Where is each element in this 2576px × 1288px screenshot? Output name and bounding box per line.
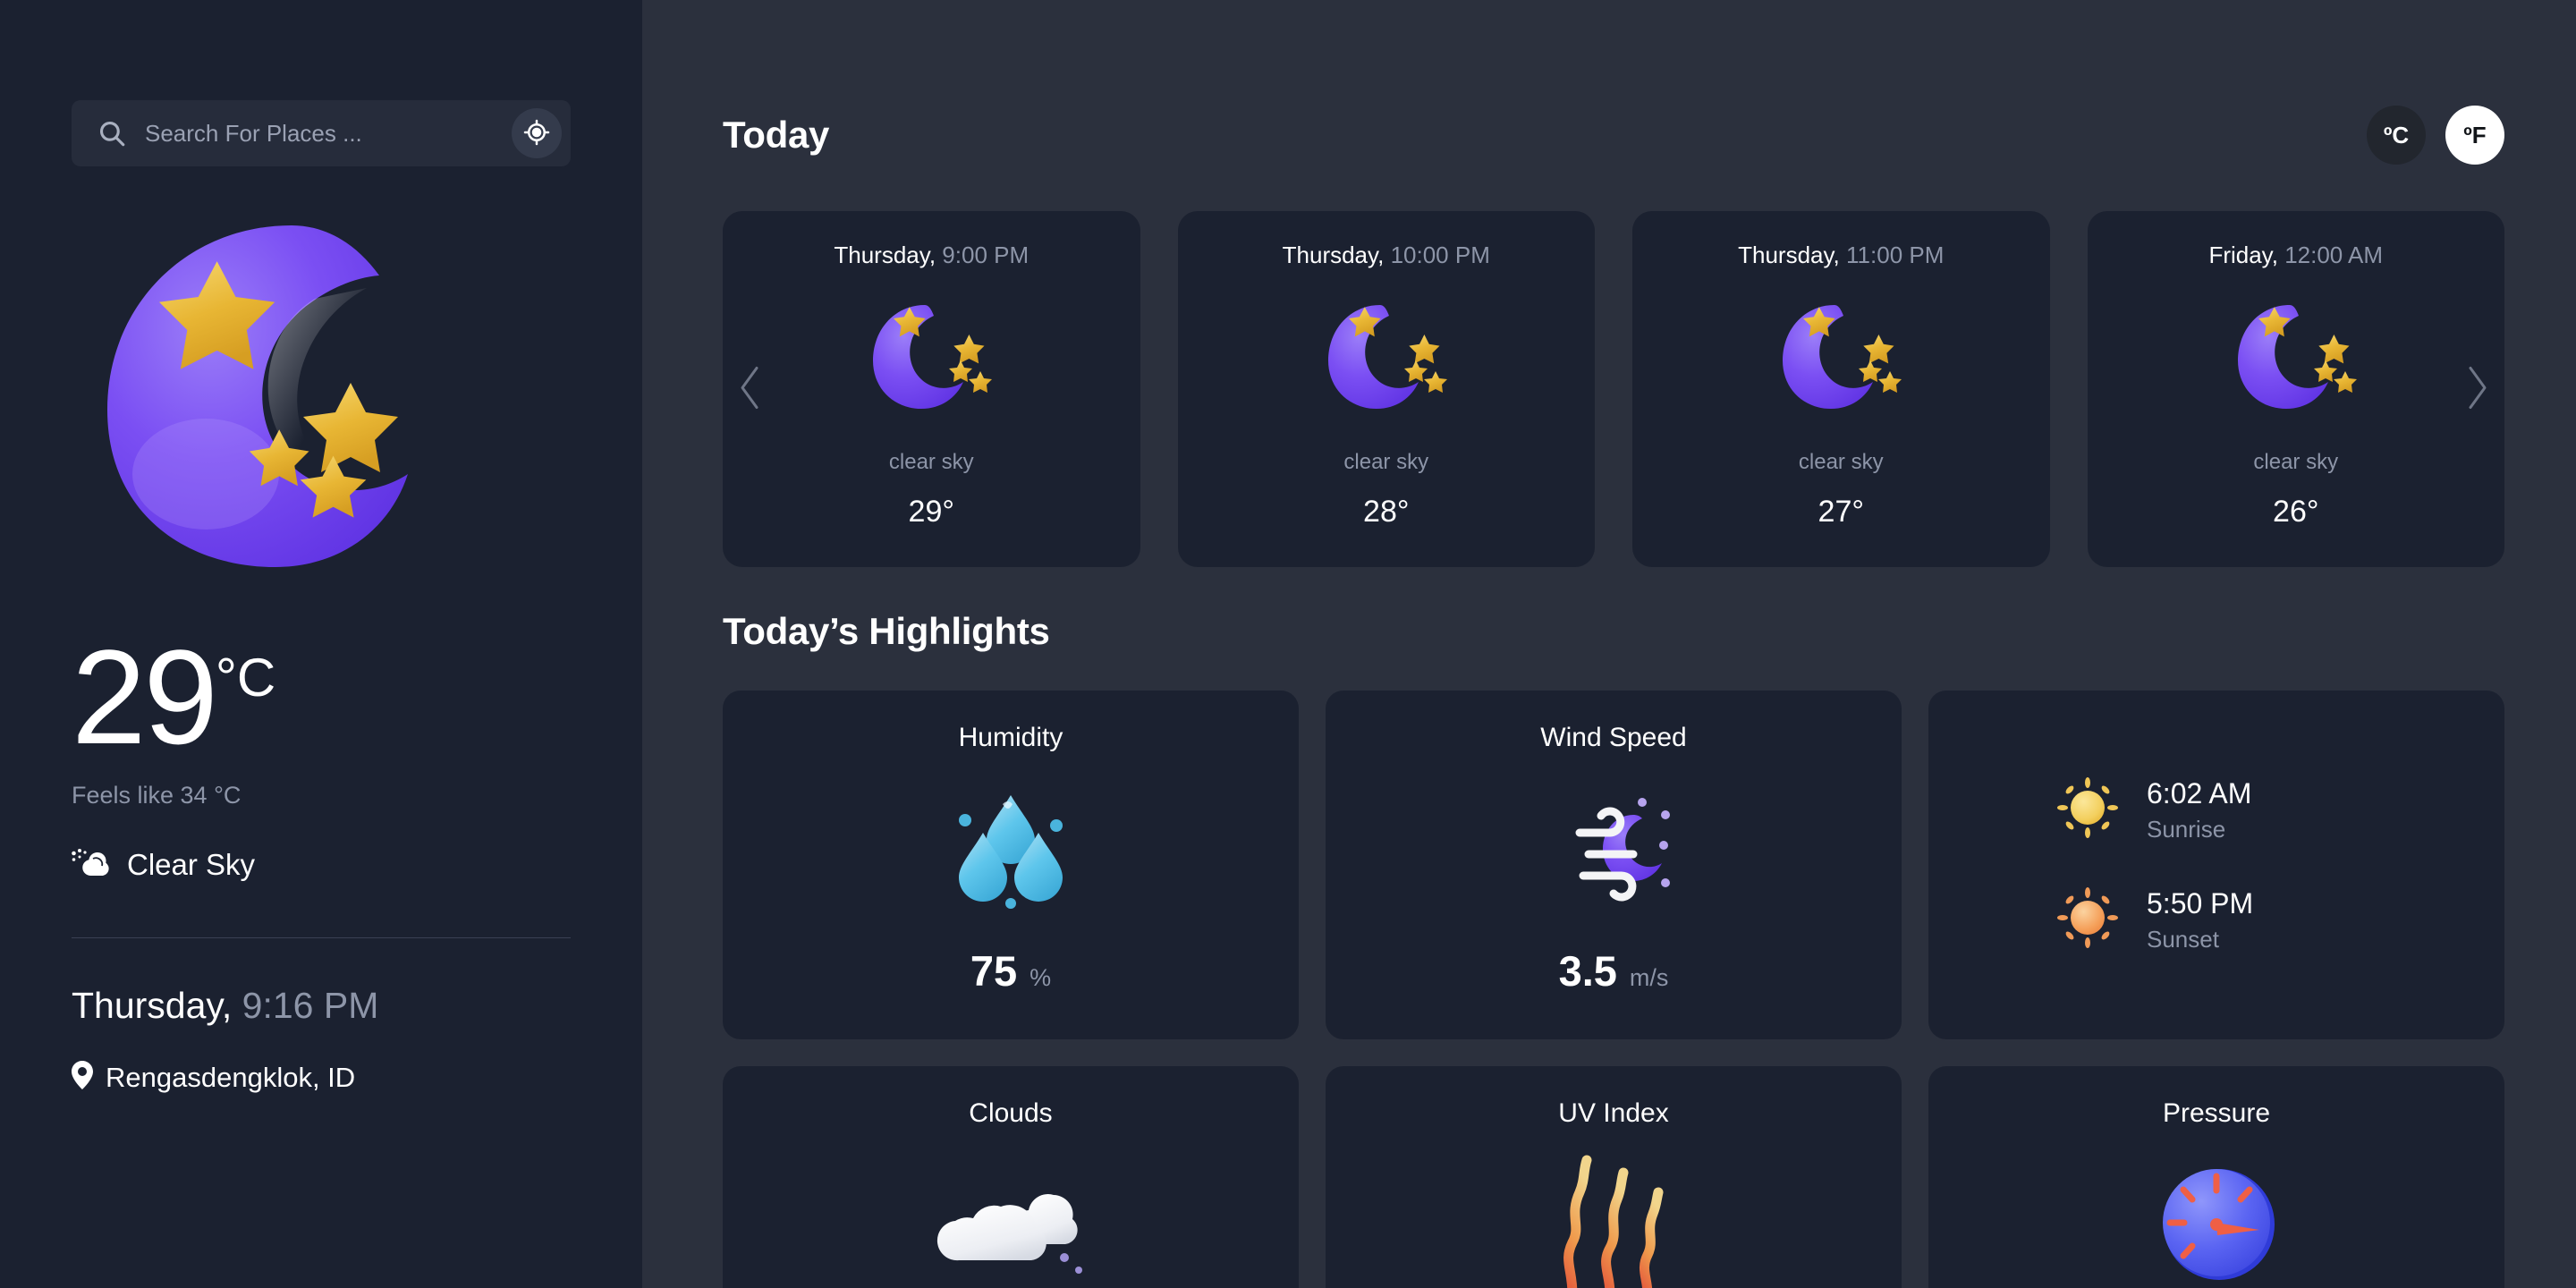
- sunrise-text: 6:02 AM Sunrise: [2147, 777, 2251, 843]
- hourly-day: Friday,: [2208, 242, 2278, 268]
- current-weather-illustration: [72, 206, 571, 581]
- hourly-day: Thursday,: [1282, 242, 1385, 268]
- sunrise-time: 6:02 AM: [2147, 776, 2252, 809]
- current-temperature: 29 °C: [72, 622, 571, 772]
- unit-toggle: ºC ºF: [2367, 106, 2504, 165]
- sunrise-row: 6:02 AM Sunrise: [2055, 775, 2377, 844]
- condition-label: Clear Sky: [127, 847, 256, 881]
- temperature-value: 29: [72, 622, 218, 772]
- sunset-label: Sunset: [2147, 925, 2219, 953]
- moon-icon: [2220, 285, 2372, 428]
- hourly-temperature: 27°: [1818, 495, 1864, 529]
- humidity-value-row: 75 %: [970, 946, 1051, 996]
- chevron-right-icon: [2462, 363, 2492, 416]
- cloud-icon: [72, 847, 111, 882]
- hourly-temperature: 29°: [908, 495, 954, 529]
- humidity-title: Humidity: [958, 723, 1063, 752]
- wind-speed-unit: m/s: [1629, 964, 1669, 991]
- hourly-card-row: Thursday, 9:00 PM clear sky 29° Thursday…: [723, 211, 2504, 567]
- barometer-icon: [2140, 1148, 2292, 1288]
- wind-icon: [1533, 773, 1694, 925]
- hourly-card[interactable]: Thursday, 9:00 PM clear sky 29°: [723, 211, 1140, 567]
- current-temperature-block: 29 °C Feels like 34 °C: [72, 622, 571, 809]
- hourly-temperature: 26°: [2273, 495, 2319, 529]
- sunset-time: 5:50 PM: [2147, 886, 2254, 919]
- page-title: Today: [723, 114, 830, 156]
- hourly-timestamp: Thursday, 11:00 PM: [1738, 242, 1944, 269]
- hourly-card[interactable]: Thursday, 10:00 PM clear sky 28°: [1177, 211, 1595, 567]
- next-hours-button[interactable]: [2462, 363, 2492, 416]
- hourly-timestamp: Friday, 12:00 AM: [2208, 242, 2383, 269]
- highlight-card-clouds: Clouds: [723, 1066, 1299, 1288]
- hourly-timestamp: Thursday, 9:00 PM: [834, 242, 1029, 269]
- moon-icon: [855, 285, 1007, 428]
- hourly-card[interactable]: Friday, 12:00 AM clear sky 26°: [2087, 211, 2504, 567]
- current-location-button[interactable]: [512, 108, 562, 158]
- sunset-row: 5:50 PM Sunset: [2055, 886, 2377, 954]
- moon-icon: [1310, 285, 1462, 428]
- location-row: Rengasdengklok, ID: [72, 1061, 571, 1094]
- sunset-text: 5:50 PM Sunset: [2147, 887, 2253, 953]
- humidity-value: 75: [970, 947, 1018, 995]
- pressure-title: Pressure: [2162, 1098, 2271, 1128]
- temperature-unit: °C: [215, 648, 276, 708]
- clouds-title: Clouds: [969, 1098, 1053, 1128]
- water-droplet-icon: [935, 773, 1087, 925]
- hourly-day: Thursday,: [1738, 242, 1840, 268]
- highlights-grid: Humidity 75 % Wind Speed 3.5 m/s 6:02 AM…: [723, 691, 2504, 1288]
- hourly-description: clear sky: [1798, 450, 1884, 474]
- hourly-card[interactable]: Thursday, 11:00 PM clear sky 27°: [1632, 211, 2050, 567]
- wind-speed-value-row: 3.5 m/s: [1559, 946, 1669, 996]
- wind-speed-value: 3.5: [1558, 947, 1617, 995]
- celsius-button[interactable]: ºC: [2367, 106, 2426, 165]
- main-content: Today ºC ºF Thursday, 9:00 PM clear sky …: [642, 0, 2576, 1288]
- hourly-hour: 9:00 PM: [942, 242, 1030, 268]
- current-day: Thursday,: [72, 985, 233, 1026]
- humidity-unit: %: [1030, 964, 1052, 991]
- today-header: Today ºC ºF: [723, 106, 2504, 165]
- uv-index-title: UV Index: [1558, 1098, 1669, 1128]
- condition-row: Clear Sky: [72, 847, 571, 882]
- search-icon: [97, 118, 127, 148]
- current-daytime: Thursday, 9:16 PM: [72, 985, 571, 1027]
- hourly-day: Thursday,: [834, 242, 936, 268]
- location-label: Rengasdengklok, ID: [106, 1061, 356, 1093]
- hourly-forecast: Thursday, 9:00 PM clear sky 29° Thursday…: [723, 211, 2504, 567]
- search-input[interactable]: [145, 119, 512, 148]
- highlight-card-wind-speed: Wind Speed 3.5 m/s: [1326, 691, 1902, 1039]
- uv-rays-icon: [1533, 1148, 1694, 1288]
- sunset-icon: [2055, 886, 2120, 954]
- sunrise-icon: [2055, 775, 2120, 844]
- feels-like-text: Feels like 34 °C: [72, 782, 242, 809]
- search-bar[interactable]: [72, 100, 571, 166]
- hourly-hour: 12:00 AM: [2284, 242, 2384, 268]
- hourly-temperature: 28°: [1363, 495, 1410, 529]
- crosshair-icon: [523, 119, 550, 148]
- location-pin-icon: [72, 1061, 93, 1094]
- highlight-card-uv-index: UV Index: [1326, 1066, 1902, 1288]
- sidebar: 29 °C Feels like 34 °C Clear Sky Thursda…: [0, 0, 642, 1288]
- current-time: 9:16 PM: [242, 985, 379, 1026]
- sunrise-label: Sunrise: [2147, 815, 2226, 843]
- highlight-card-humidity: Humidity 75 %: [723, 691, 1299, 1039]
- hourly-description: clear sky: [2253, 450, 2339, 474]
- weather-dashboard: 29 °C Feels like 34 °C Clear Sky Thursda…: [0, 0, 2576, 1288]
- fahrenheit-button[interactable]: ºF: [2445, 106, 2504, 165]
- moon-icon: [1765, 285, 1917, 428]
- chevron-left-icon: [735, 363, 766, 416]
- highlight-card-sun: 6:02 AM Sunrise 5:50 PM Sunset: [1928, 691, 2504, 1039]
- hourly-description: clear sky: [888, 450, 974, 474]
- hourly-hour: 11:00 PM: [1846, 242, 1945, 268]
- sidebar-divider: [72, 937, 571, 938]
- wind-speed-title: Wind Speed: [1540, 723, 1687, 752]
- hourly-timestamp: Thursday, 10:00 PM: [1283, 242, 1490, 269]
- hourly-hour: 10:00 PM: [1390, 242, 1490, 268]
- previous-hours-button[interactable]: [735, 363, 766, 416]
- highlights-title: Today’s Highlights: [723, 610, 1050, 652]
- clouds-icon: [921, 1148, 1100, 1288]
- hourly-description: clear sky: [1343, 450, 1429, 474]
- highlight-card-pressure: Pressure: [1928, 1066, 2504, 1288]
